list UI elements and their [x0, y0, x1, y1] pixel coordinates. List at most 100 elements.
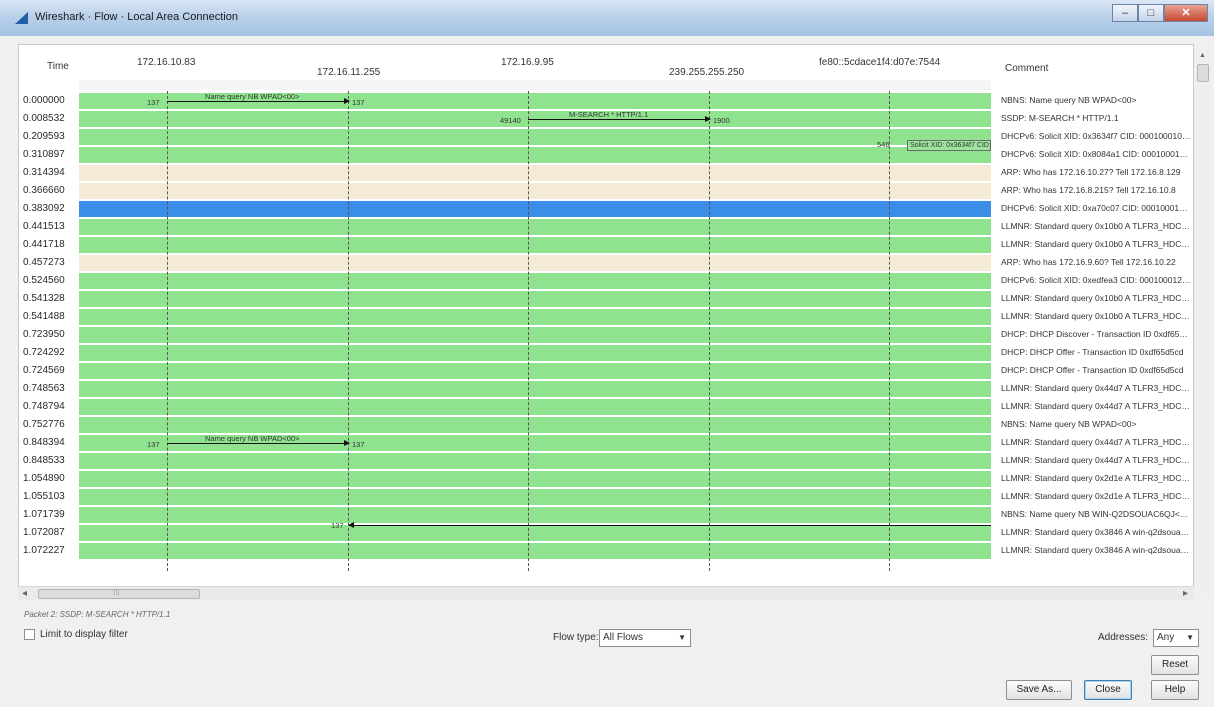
- flow-row[interactable]: 0.314394 ARP: Who has 172.16.10.27? Tell …: [19, 164, 1193, 182]
- flow-row[interactable]: 0.724569 DHCP: DHCP Offer - Transaction I…: [19, 362, 1193, 380]
- row-band: [79, 165, 991, 181]
- flow-row[interactable]: 0.541328 LLMNR: Standard query 0x10b0 A T…: [19, 290, 1193, 308]
- row-comment: ARP: Who has 172.16.10.27? Tell 172.16.8…: [1001, 167, 1181, 177]
- row-time: 0.541488: [23, 311, 65, 322]
- flow-row[interactable]: 0.209593 DHCPv6: Solicit XID: 0x3634f7 CI…: [19, 128, 1193, 146]
- row-time: 0.848394: [23, 437, 65, 448]
- row-band: [79, 399, 991, 415]
- row-comment: ARP: Who has 172.16.8.215? Tell 172.16.1…: [1001, 185, 1176, 195]
- flow-row[interactable]: 0.752776 NBNS: Name query NB WPAD<00>: [19, 416, 1193, 434]
- flow-note[interactable]: Solicit XID: 0x3634f7 CID: 0: [907, 140, 991, 151]
- arrow-label: M-SEARCH * HTTP/1.1: [569, 110, 649, 119]
- grip-icon: ⁞⁞⁞: [113, 588, 120, 597]
- row-band: [79, 219, 991, 235]
- row-band: [79, 381, 991, 397]
- time-column-header: Time: [47, 61, 69, 72]
- flow-type-label: Flow type:: [553, 632, 599, 643]
- flow-arrow[interactable]: [528, 116, 711, 122]
- row-comment: LLMNR: Standard query 0x44d7 A TLFR3_HDC…: [1001, 383, 1191, 393]
- row-band: [79, 345, 991, 361]
- row-comment: DHCP: DHCP Discover - Transaction ID 0xd…: [1001, 329, 1191, 339]
- flow-arrow[interactable]: [167, 440, 350, 446]
- row-comment: LLMNR: Standard query 0x10b0 A TLFR3_HDC…: [1001, 239, 1191, 249]
- flow-row[interactable]: 0.748563 LLMNR: Standard query 0x44d7 A T…: [19, 380, 1193, 398]
- scroll-right-icon[interactable]: ▸: [1183, 588, 1188, 599]
- row-time: 0.541328: [23, 293, 65, 304]
- scroll-thumb[interactable]: ⁞⁞⁞: [38, 588, 200, 599]
- host-lifeline: [528, 91, 529, 571]
- addresses-value: Any: [1157, 632, 1175, 643]
- flow-row[interactable]: 0.748794 LLMNR: Standard query 0x44d7 A T…: [19, 398, 1193, 416]
- save-as-button[interactable]: Save As...: [1006, 680, 1072, 700]
- row-time: 0.366660: [23, 185, 65, 196]
- row-time: 0.008532: [23, 113, 65, 124]
- comment-column-header: Comment: [1005, 63, 1049, 74]
- addresses-select[interactable]: Any ▼: [1153, 629, 1199, 647]
- row-band: [79, 237, 991, 253]
- maximize-button[interactable]: □: [1138, 4, 1164, 22]
- scroll-thumb[interactable]: [1197, 64, 1209, 82]
- limit-filter-label: Limit to display filter: [40, 629, 128, 640]
- flow-row[interactable]: 0.724292 DHCP: DHCP Offer - Transaction I…: [19, 344, 1193, 362]
- scroll-up-icon[interactable]: ▲: [1199, 52, 1206, 59]
- row-comment: LLMNR: Standard query 0x10b0 A TLFR3_HDC…: [1001, 311, 1191, 321]
- row-time: 1.054890: [23, 473, 65, 484]
- flow-row[interactable]: 1.055103 LLMNR: Standard query 0x2d1e A T…: [19, 488, 1193, 506]
- arrowhead-icon: [344, 98, 350, 104]
- flow-arrow[interactable]: [167, 98, 350, 104]
- minimize-button[interactable]: –: [1112, 4, 1138, 22]
- row-time: 1.072227: [23, 545, 65, 556]
- close-window-button[interactable]: ✕: [1164, 4, 1208, 22]
- flow-row[interactable]: 0.441513 LLMNR: Standard query 0x10b0 A T…: [19, 218, 1193, 236]
- flow-row[interactable]: 0.524560 DHCPv6: Solicit XID: 0xedfea3 CI…: [19, 272, 1193, 290]
- row-time: 0.000000: [23, 95, 65, 106]
- row-time: 0.723950: [23, 329, 65, 340]
- row-comment: DHCP: DHCP Offer - Transaction ID 0xdf65…: [1001, 347, 1184, 357]
- flow-row[interactable]: 0.723950 DHCP: DHCP Discover - Transactio…: [19, 326, 1193, 344]
- timeline-lane: [79, 80, 991, 90]
- flow-graph[interactable]: Time Comment 172.16.10.83 172.16.11.255 …: [18, 44, 1194, 596]
- row-comment: ARP: Who has 172.16.9.60? Tell 172.16.10…: [1001, 257, 1176, 267]
- flow-row[interactable]: 1.072087 LLMNR: Standard query 0x3846 A w…: [19, 524, 1193, 542]
- horizontal-scrollbar[interactable]: ◂ ⁞⁞⁞ ▸: [18, 586, 1194, 600]
- row-comment: DHCPv6: Solicit XID: 0x8084a1 CID: 00010…: [1001, 149, 1191, 159]
- row-time: 0.441718: [23, 239, 65, 250]
- flow-row[interactable]: 0.310897 DHCPv6: Solicit XID: 0x8084a1 CI…: [19, 146, 1193, 164]
- flow-row[interactable]: 0.383092 DHCPv6: Solicit XID: 0xa70c07 CI…: [19, 200, 1193, 218]
- flow-row[interactable]: 0.541488 LLMNR: Standard query 0x10b0 A T…: [19, 308, 1193, 326]
- arrow-label: Name query NB WPAD<00>: [205, 434, 300, 443]
- flow-arrow[interactable]: [348, 522, 991, 528]
- flow-row[interactable]: 1.054890 LLMNR: Standard query 0x2d1e A T…: [19, 470, 1193, 488]
- row-time: 0.314394: [23, 167, 65, 178]
- flow-row[interactable]: 1.071739 NBNS: Name query NB WIN-Q2DSOUAC…: [19, 506, 1193, 524]
- row-comment: LLMNR: Standard query 0x44d7 A TLFR3_HDC…: [1001, 401, 1191, 411]
- flow-row[interactable]: 0.848533 LLMNR: Standard query 0x44d7 A T…: [19, 452, 1193, 470]
- reset-button[interactable]: Reset: [1151, 655, 1199, 675]
- window-title: Wireshark · Flow · Local Area Connection: [35, 11, 238, 23]
- row-time: 0.310897: [23, 149, 65, 160]
- host-lifeline: [167, 91, 168, 571]
- help-button[interactable]: Help: [1151, 680, 1199, 700]
- row-time: 0.209593: [23, 131, 65, 142]
- row-comment: LLMNR: Standard query 0x2d1e A TLFR3_HDC…: [1001, 491, 1191, 501]
- flow-row[interactable]: 0.457273 ARP: Who has 172.16.9.60? Tell 1…: [19, 254, 1193, 272]
- flow-type-value: All Flows: [603, 632, 644, 643]
- source-port: 137: [147, 440, 160, 449]
- arrow-label: Name query NB WPAD<00>: [205, 92, 300, 101]
- flow-row[interactable]: 1.072227 LLMNR: Standard query 0x3846 A w…: [19, 542, 1193, 560]
- destination-port: 137: [331, 521, 344, 530]
- limit-filter-option[interactable]: Limit to display filter: [24, 629, 128, 640]
- limit-filter-checkbox[interactable]: [24, 629, 35, 640]
- arrowhead-icon: [344, 440, 350, 446]
- vertical-scrollbar[interactable]: ▲: [1196, 44, 1210, 596]
- row-band: [79, 417, 991, 433]
- row-band: [79, 453, 991, 469]
- host-lifeline: [889, 91, 890, 571]
- flow-row[interactable]: 0.441718 LLMNR: Standard query 0x10b0 A T…: [19, 236, 1193, 254]
- flow-row[interactable]: 0.366660 ARP: Who has 172.16.8.215? Tell …: [19, 182, 1193, 200]
- source-port: 49140: [500, 116, 521, 125]
- close-button[interactable]: Close: [1084, 680, 1132, 700]
- row-time: 0.848533: [23, 455, 65, 466]
- flow-type-select[interactable]: All Flows ▼: [599, 629, 691, 647]
- scroll-left-icon[interactable]: ◂: [22, 588, 27, 599]
